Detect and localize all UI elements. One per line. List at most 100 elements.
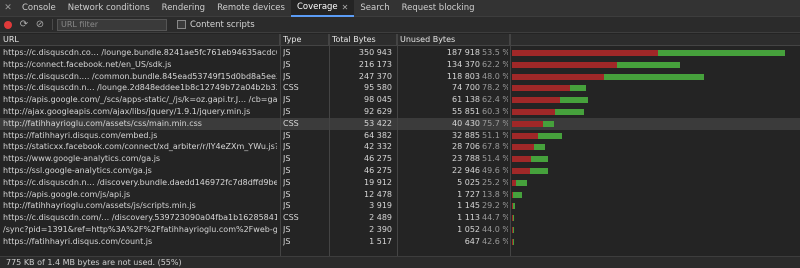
type-cell: JS — [283, 71, 291, 81]
tab-label: Request blocking — [401, 3, 475, 13]
column-header-url[interactable]: URL — [0, 34, 280, 46]
url-filter-input[interactable] — [57, 18, 167, 31]
type-cell: JS — [283, 201, 291, 211]
table-row[interactable]: https://c.disquscdn.com/… /discovery.539… — [0, 212, 800, 224]
unused-percent-cell: 49.6 % — [482, 166, 508, 175]
table-row[interactable]: https://c.disquscdn.co… /lounge.bundle.8… — [0, 47, 800, 59]
used-bytes-bar — [555, 109, 585, 115]
used-bytes-bar — [515, 179, 528, 186]
coverage-summary: 775 KB of 1.4 MB bytes are not used. (55… — [0, 256, 800, 268]
url-cell: https://ssl.google-analytics.com/ga.js — [3, 166, 152, 175]
total-bytes-cell: 216 173 — [358, 59, 392, 69]
unused-bytes-cell: 40 430 — [452, 118, 480, 128]
column-divider — [510, 34, 511, 256]
used-bytes-bar — [559, 97, 589, 104]
usage-bar — [512, 215, 514, 222]
type-cell: CSS — [283, 83, 299, 93]
url-cell: https://c.disquscdn.… /common.bundle.845… — [3, 71, 277, 81]
tab-remote-devices[interactable]: Remote devices — [211, 0, 291, 17]
total-bytes-cell: 98 045 — [364, 95, 392, 105]
url-cell: https://apis.google.com/_/scs/apps-stati… — [3, 95, 277, 105]
checkbox-box[interactable] — [177, 20, 186, 29]
coverage-table: URL Type Total Bytes Unused Bytes https:… — [0, 34, 800, 256]
unused-bytes-bar — [512, 61, 617, 68]
table-row[interactable]: https://ssl.google-analytics.com/ga.js JS… — [0, 165, 800, 177]
table-row[interactable]: http://fatihhayrioglu.com/assets/js/scri… — [0, 200, 800, 212]
unused-bytes-cell: 74 700 — [452, 83, 480, 93]
column-divider — [280, 34, 281, 256]
clear-icon: ⊘ — [35, 19, 45, 30]
table-row[interactable]: https://apis.google.com/js/api.js JS 12 47… — [0, 189, 800, 201]
column-header-type[interactable]: Type — [280, 34, 329, 46]
table-row[interactable]: https://apis.google.com/_/scs/apps-stati… — [0, 94, 800, 106]
unused-percent-cell: 78.2 % — [482, 83, 508, 93]
tab-coverage[interactable]: Coverage ✕ — [290, 0, 355, 17]
column-header-total-bytes[interactable]: Total Bytes — [329, 34, 397, 46]
drawer-tabbar: ✕ Console Network conditions Rendering Remo… — [0, 0, 800, 17]
reload-button[interactable]: ⟳ — [16, 17, 32, 33]
usage-bar — [512, 191, 522, 198]
unused-percent-cell: 51.4 % — [482, 154, 508, 164]
record-icon — [4, 20, 12, 29]
clear-button[interactable]: ⊘ — [32, 17, 48, 33]
table-row[interactable]: https://c.disquscdn.n… /lounge.2d848edde… — [0, 82, 800, 94]
close-tab-icon[interactable]: ✕ — [342, 3, 349, 12]
total-bytes-cell: 46 275 — [364, 154, 392, 164]
table-row[interactable]: https://fatihhayri.disqus.com/count.js JS… — [0, 236, 800, 248]
url-cell: https://c.disquscdn.n… /discovery.bundle… — [3, 177, 277, 187]
unused-bytes-bar — [512, 97, 560, 104]
usage-bar — [512, 61, 681, 68]
table-row[interactable]: /sync?pid=1391&ref=http%3A%2F%2Ffatihhay… — [0, 224, 800, 236]
tab-label: Console — [22, 3, 56, 13]
column-header-unused-bytes[interactable]: Unused Bytes — [397, 34, 510, 46]
tab-network-conditions[interactable]: Network conditions — [62, 0, 156, 17]
usage-bar — [512, 97, 589, 104]
table-row[interactable]: https://www.google-analytics.com/ga.js JS… — [0, 153, 800, 165]
type-cell: JS — [283, 130, 291, 140]
unused-bytes-bar — [512, 85, 571, 92]
type-cell: JS — [283, 189, 291, 199]
table-row[interactable]: http://fatihhayrioglu.com/assets/css/mai… — [0, 117, 800, 130]
unused-percent-cell: 13.8 % — [482, 189, 508, 199]
tab-request-blocking[interactable]: Request blocking — [396, 0, 481, 17]
table-row[interactable]: https://connect.facebook.net/en_US/sdk.j… — [0, 59, 800, 71]
total-bytes-cell: 92 629 — [364, 107, 392, 116]
tab-rendering[interactable]: Rendering — [156, 0, 211, 17]
usage-bar — [512, 120, 554, 127]
total-bytes-cell: 46 275 — [364, 166, 392, 175]
used-bytes-bar — [512, 203, 516, 210]
tab-console[interactable]: Console — [16, 0, 62, 17]
record-button[interactable] — [0, 17, 16, 33]
url-cell: https://fatihhayri.disqus.com/embed.js — [3, 130, 158, 140]
table-row[interactable]: https://c.disquscdn.… /common.bundle.845… — [0, 71, 800, 83]
column-divider — [397, 34, 398, 256]
table-row[interactable]: https://staticxx.facebook.com/connect/xd… — [0, 141, 800, 153]
unused-bytes-cell: 1 052 — [457, 225, 480, 234]
toolbar-divider — [52, 19, 53, 30]
total-bytes-cell: 64 382 — [364, 130, 392, 140]
usage-bar — [512, 73, 705, 80]
content-scripts-label: Content scripts — [190, 19, 255, 30]
unused-bytes-bar — [512, 144, 535, 151]
coverage-toolbar: ⟳ ⊘ Content scripts — [0, 17, 800, 33]
table-row[interactable]: https://fatihhayri.disqus.com/embed.js JS… — [0, 130, 800, 142]
table-row[interactable]: https://c.disquscdn.n… /discovery.bundle… — [0, 177, 800, 189]
reload-icon: ⟳ — [19, 19, 29, 30]
table-row[interactable]: http://ajax.googleapis.com/ajax/libs/jqu… — [0, 106, 800, 118]
type-cell: CSS — [283, 118, 299, 128]
unused-bytes-cell: 1 727 — [457, 189, 480, 199]
unused-bytes-cell: 23 788 — [452, 154, 480, 164]
usage-bar — [512, 238, 514, 245]
usage-bar — [512, 203, 516, 210]
unused-percent-cell: 67.8 % — [482, 142, 508, 152]
url-cell: https://staticxx.facebook.com/connect/xd… — [3, 142, 277, 152]
url-cell: http://fatihhayrioglu.com/assets/js/scri… — [3, 201, 196, 211]
unused-bytes-cell: 32 885 — [452, 130, 480, 140]
tab-search[interactable]: Search — [354, 0, 395, 17]
content-scripts-checkbox[interactable]: Content scripts — [177, 20, 255, 30]
used-bytes-bar — [512, 238, 514, 245]
unused-bytes-cell: 1 145 — [457, 201, 480, 211]
close-drawer-icon[interactable]: ✕ — [0, 0, 16, 17]
total-bytes-cell: 19 912 — [364, 177, 392, 187]
type-cell: JS — [283, 59, 291, 69]
